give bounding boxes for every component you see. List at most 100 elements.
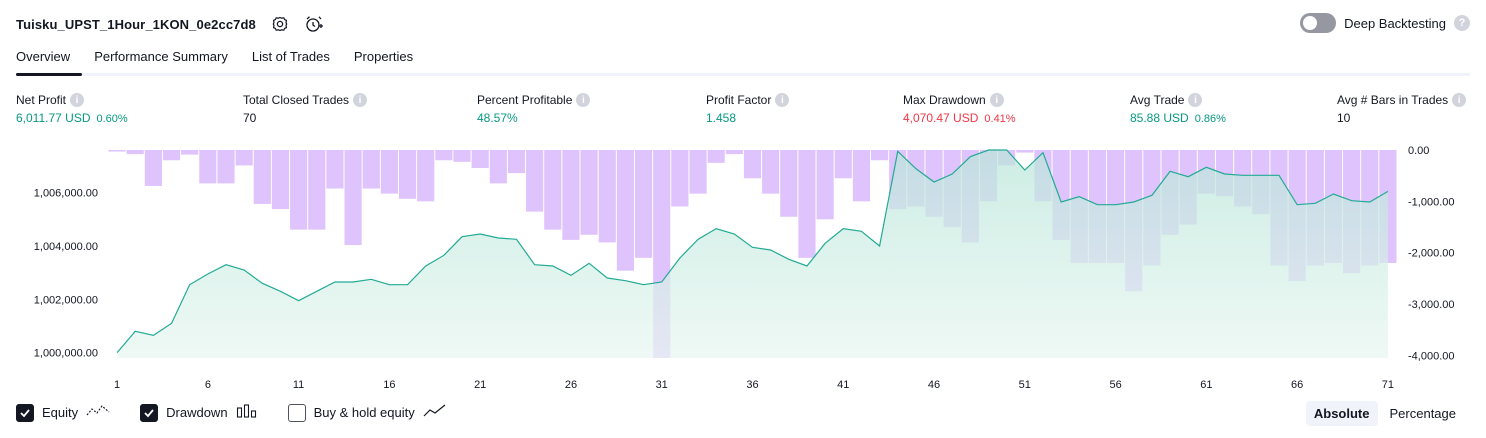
drawdown-bar [671, 150, 689, 207]
drawdown-bar [344, 150, 362, 246]
drawdown-bar [871, 150, 889, 161]
drawdown-bar [362, 150, 380, 189]
drawdown-bar [144, 150, 162, 186]
drawdown-bar [435, 150, 453, 161]
deep-backtesting-toggle[interactable] [1300, 13, 1337, 33]
max-drawdown-pct: 0.41% [984, 113, 1016, 125]
metric-label: Avg Trade i [1130, 93, 1226, 107]
drawdown-bar [308, 150, 326, 230]
info-icon[interactable]: i [576, 93, 591, 107]
info-icon[interactable]: i [775, 93, 790, 107]
x-axis-tick-label: 61 [1200, 379, 1212, 391]
drawdown-bar [290, 150, 308, 230]
drawdown-bar [616, 150, 634, 271]
x-axis-tick-label: 51 [1019, 379, 1031, 391]
report-tabs: Overview Performance Summary List of Tra… [16, 40, 1470, 76]
max-drawdown-value: 4,070.47 USD [903, 111, 979, 125]
net-profit-value-row: 6,011.77 USD 0.60% [16, 111, 128, 125]
percentage-button[interactable]: Percentage [1382, 401, 1465, 426]
legend-buy-hold[interactable]: Buy & hold equity [287, 403, 447, 422]
drawdown-bar [489, 150, 507, 184]
absolute-button[interactable]: Absolute [1305, 401, 1378, 426]
drawdown-bar [380, 150, 398, 194]
value-mode-switch: Absolute Percentage [1305, 401, 1465, 426]
max-drawdown-value-row: 4,070.47 USD 0.41% [903, 111, 1016, 125]
profit-factor-value: 1.458 [706, 111, 737, 125]
drawdown-bar [217, 150, 235, 184]
buy-hold-legend-label: Buy & hold equity [313, 405, 415, 420]
drawdown-bar [634, 150, 653, 258]
avg-bars-value: 10 [1337, 111, 1351, 125]
buy-hold-checkbox[interactable] [287, 403, 306, 422]
drawdown-bar [762, 150, 780, 194]
avg-bars-label: Avg # Bars in Trades [1337, 93, 1449, 107]
tab-properties[interactable]: Properties [342, 40, 425, 73]
x-axis-tick-label: 36 [746, 379, 758, 391]
left-axis-tick-label: 1,002,000.00 [34, 294, 98, 306]
drawdown-bar [780, 150, 798, 217]
metric-avg-bars: Avg # Bars in Trades i 10 [1337, 93, 1467, 125]
drawdown-bar [580, 150, 598, 235]
percent-profitable-value: 48.57% [477, 111, 518, 125]
chart-legend: Equity Drawdown Buy & hold equity [16, 403, 447, 422]
drawdown-bar [798, 150, 816, 258]
drawdown-bar [181, 150, 199, 155]
total-closed-trades-label: Total Closed Trades [243, 93, 350, 107]
drawdown-bar [689, 150, 707, 194]
drawdown-bar [126, 150, 144, 155]
drawdown-bar [852, 150, 870, 202]
equity-checkbox[interactable] [16, 403, 34, 422]
equity-drawdown-chart[interactable]: 1,000,000.00 1,002,000.00 1,004,000.00 1,00… [0, 140, 1486, 398]
x-axis-tick-label: 71 [1382, 379, 1394, 391]
metric-label: Max Drawdown i [903, 93, 1016, 107]
metric-percent-profitable: Percent Profitable i 48.57% [477, 93, 591, 125]
equity-legend-label: Equity [42, 405, 79, 420]
equity-area-fill [117, 150, 1388, 358]
drawdown-bar [108, 150, 126, 152]
gear-icon[interactable] [270, 14, 290, 34]
tab-performance-summary[interactable]: Performance Summary [82, 40, 240, 73]
profit-factor-label: Profit Factor [706, 93, 772, 107]
right-axis-tick-label: 0.00 [1408, 145, 1429, 157]
right-axis-tick-label: -4,000.00 [1408, 350, 1454, 362]
info-icon[interactable]: i [353, 93, 368, 107]
info-icon[interactable]: i [989, 93, 1004, 107]
info-icon[interactable]: i [1188, 93, 1203, 107]
x-axis-tick-label: 11 [293, 379, 304, 391]
x-axis-tick-label: 31 [656, 379, 668, 391]
drawdown-bar [398, 150, 417, 199]
drawdown-bar [326, 150, 344, 189]
drawdown-bar [235, 150, 253, 166]
help-icon[interactable]: ? [1454, 15, 1470, 31]
drawdown-bar [544, 150, 562, 230]
tab-overview[interactable]: Overview [16, 40, 83, 76]
percent-profitable-label: Percent Profitable [477, 93, 573, 107]
legend-equity[interactable]: Equity [16, 403, 110, 422]
avg-trade-value: 85.88 USD [1130, 111, 1189, 125]
drawdown-checkbox[interactable] [140, 403, 159, 422]
metric-max-drawdown: Max Drawdown i 4,070.47 USD 0.41% [903, 93, 1016, 125]
metric-avg-trade: Avg Trade i 85.88 USD 0.86% [1130, 93, 1226, 125]
legend-drawdown[interactable]: Drawdown [140, 403, 257, 422]
drawdown-bar [199, 150, 217, 184]
x-axis-tick-label: 26 [565, 379, 577, 391]
drawdown-bar [162, 150, 181, 161]
metric-label: Percent Profitable i [477, 93, 591, 107]
x-axis-tick-label: 21 [474, 379, 486, 391]
metric-label: Profit Factor i [706, 93, 790, 107]
metric-total-closed-trades: Total Closed Trades i 70 [243, 93, 368, 125]
drawdown-bar [271, 150, 290, 210]
add-alert-icon[interactable] [304, 14, 324, 34]
info-icon[interactable]: i [1452, 93, 1467, 107]
drawdown-bar [725, 150, 743, 155]
tab-list-of-trades[interactable]: List of Trades [240, 40, 342, 73]
drawdown-bar [816, 150, 834, 220]
metrics-row: Net Profit i 6,011.77 USD 0.60% Total Clos… [16, 93, 1470, 133]
metric-profit-factor: Profit Factor i 1.458 [706, 93, 790, 125]
info-icon[interactable]: i [70, 93, 85, 107]
net-profit-value: 6,011.77 USD [16, 111, 91, 125]
right-axis-tick-label: -2,000.00 [1408, 248, 1454, 260]
drawdown-bar [834, 150, 852, 179]
right-axis-tick-label: -3,000.00 [1408, 299, 1454, 311]
drawdown-bar [1016, 150, 1034, 153]
